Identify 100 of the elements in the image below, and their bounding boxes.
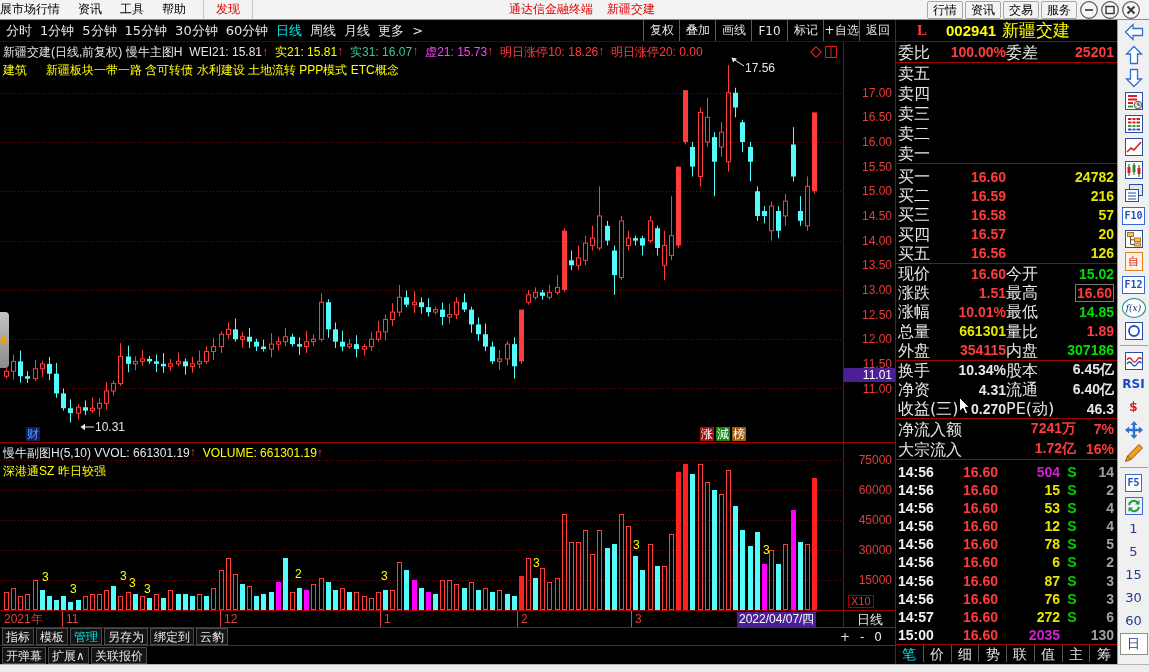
bottom-tab[interactable]: 绑定到 <box>150 628 194 645</box>
close-icon[interactable] <box>1122 0 1140 19</box>
more-chevron[interactable]: > <box>408 23 428 38</box>
period-tab[interactable]: 30分钟 <box>171 21 222 40</box>
stacked-windows-icon[interactable] <box>1123 182 1144 203</box>
header-button[interactable]: 服务 <box>1041 0 1077 19</box>
trade-side: S <box>1067 481 1077 498</box>
trade-price: 16.60 <box>962 627 998 644</box>
diamond-icon[interactable] <box>810 46 822 58</box>
legend-text: 实31: 16.07 <box>350 43 413 61</box>
zoom-button[interactable]: 0 <box>869 628 887 645</box>
maximize-icon[interactable] <box>1101 0 1119 19</box>
quote-tab[interactable]: 笔 <box>896 645 923 663</box>
period-tab[interactable]: 月线 <box>340 21 375 40</box>
axis-label: 12.00 <box>861 332 892 347</box>
extension-tab[interactable]: 关联报价 <box>90 646 147 664</box>
trade-side: S <box>1067 609 1077 626</box>
menu-item[interactable]: 发现 <box>203 0 253 19</box>
document-button[interactable]: 自 <box>1124 252 1143 271</box>
axis-label: 14.50 <box>861 208 892 223</box>
zoom-button[interactable]: + <box>834 628 855 645</box>
finance-badge[interactable]: 财 <box>26 427 40 441</box>
quote-tab[interactable]: 势 <box>978 645 1006 663</box>
period-button[interactable]: 日 <box>1119 632 1148 655</box>
legend-text: VOLUME: 661301.19 <box>202 446 317 460</box>
key-button[interactable]: F10 <box>1122 206 1145 225</box>
field-label: 买二 <box>898 186 930 206</box>
window-icon[interactable] <box>825 46 837 58</box>
trade-count: 3 <box>1106 572 1114 589</box>
indicator-button[interactable]: RSI <box>1122 376 1145 391</box>
pointer-cursor-icon <box>959 397 970 415</box>
formula-button[interactable]: f(x) <box>1121 297 1146 318</box>
bottom-tab[interactable]: 模板 <box>36 628 68 645</box>
quote-tab[interactable]: 主 <box>1061 645 1090 663</box>
up-arrow-icon[interactable] <box>1123 44 1144 65</box>
legend-text: 虚21: 15.73 <box>425 43 488 61</box>
minimize-icon[interactable] <box>1080 0 1098 19</box>
data-table-icon[interactable] <box>1123 113 1144 134</box>
line-chart-icon[interactable] <box>1123 136 1144 157</box>
axis-label: 30000 <box>858 543 892 557</box>
menu-item[interactable]: 展市场行情 <box>0 0 69 19</box>
trade-price: 16.60 <box>962 554 998 571</box>
period-button[interactable]: 30 <box>1122 590 1145 605</box>
axis-label: 11.00 <box>862 381 892 396</box>
extension-tab[interactable]: 扩展∧ <box>48 646 89 664</box>
tree-icon[interactable] <box>1123 228 1144 249</box>
trade-volume: 15 <box>1044 481 1060 498</box>
candlestick-icon[interactable] <box>1123 159 1144 180</box>
period-tab[interactable]: 1分钟 <box>36 21 79 40</box>
period-tab[interactable]: 周线 <box>306 21 341 40</box>
quote-tab[interactable]: 细 <box>950 645 979 663</box>
signal-badge[interactable]: 減 <box>716 427 730 441</box>
bottom-tab[interactable]: 指标 <box>2 628 34 645</box>
period-button[interactable]: 15 <box>1122 567 1145 582</box>
legend-text: 新疆交建(日线,前复权) 慢牛主图H <box>3 43 183 61</box>
signal-badge[interactable]: 涨 <box>700 427 714 441</box>
period-tab[interactable]: 60分钟 <box>221 21 273 40</box>
extension-tab[interactable]: 开弹幕 <box>2 646 46 664</box>
menu-item[interactable]: 资讯 <box>69 0 111 19</box>
bottom-tab[interactable]: 云豹 <box>196 628 228 645</box>
quote-tab[interactable]: 联 <box>1006 645 1034 663</box>
period-tab[interactable]: 更多 <box>374 21 409 40</box>
field-label: 委差 <box>1006 42 1038 62</box>
refresh-icon[interactable] <box>1123 495 1144 516</box>
bottom-tab[interactable]: 另存为 <box>104 628 148 645</box>
toolbar-button[interactable]: +自选 <box>823 20 859 41</box>
indicator-button[interactable]: $ <box>1129 399 1138 414</box>
report-list-icon[interactable] <box>1123 90 1144 111</box>
quote-tab[interactable]: 值 <box>1033 645 1062 663</box>
header-button[interactable]: 交易 <box>1003 0 1039 19</box>
zoom-button[interactable]: - <box>855 628 870 645</box>
move-arrows-icon[interactable] <box>1123 419 1144 440</box>
concept-tags: 新疆板块一带一路 含可转债 水利建设 土地流转 PPP模式 ETC概念 <box>46 61 399 79</box>
axis-label: 13.50 <box>861 258 892 273</box>
menu-item[interactable]: 工具 <box>111 0 153 19</box>
period-tab[interactable]: 15分钟 <box>120 21 172 40</box>
period-tab[interactable]: 分时 <box>2 21 36 40</box>
trade-price: 16.60 <box>962 609 998 626</box>
quote-tab[interactable]: 价 <box>922 645 951 663</box>
trend-arrow: ↑ <box>189 444 196 461</box>
period-button[interactable]: 5 <box>1126 544 1141 559</box>
period-button[interactable]: 1 <box>1126 521 1141 536</box>
field-label: 卖四 <box>898 83 930 103</box>
period-button[interactable]: 60 <box>1122 613 1145 628</box>
key-button[interactable]: F5 <box>1125 473 1142 492</box>
header-button[interactable]: 行情 <box>927 0 963 19</box>
panel-handle[interactable] <box>0 312 9 368</box>
left-arrow-icon[interactable] <box>1123 21 1144 42</box>
header-button[interactable]: 资讯 <box>965 0 1001 19</box>
menu-item[interactable]: 帮助 <box>153 0 195 19</box>
bottom-tab[interactable]: 管理 <box>70 628 102 645</box>
trade-price: 16.60 <box>962 481 998 498</box>
pencil-icon[interactable] <box>1123 442 1144 463</box>
wave-chart-icon[interactable] <box>1123 350 1144 371</box>
signal-badge[interactable]: 榜 <box>732 427 746 441</box>
axis-label: 15.00 <box>861 184 892 199</box>
period-tab[interactable]: 日线 <box>272 21 307 40</box>
period-tab[interactable]: 5分钟 <box>78 21 121 40</box>
down-arrow-icon[interactable] <box>1123 67 1144 88</box>
key-button[interactable]: F12 <box>1122 275 1145 294</box>
